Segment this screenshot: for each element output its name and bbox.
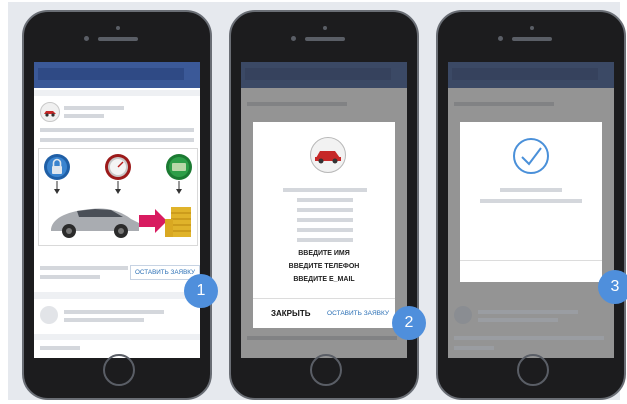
phone-step-1: ОСТАВИТЬ ЗАЯВКУ <box>22 10 212 400</box>
step-badge-2: 2 <box>392 306 426 340</box>
sensor <box>498 36 503 41</box>
screen-feed: ОСТАВИТЬ ЗАЯВКУ <box>34 62 200 358</box>
car-icon <box>51 208 139 238</box>
email-prompt[interactable]: ВВЕДИТЕ E_MAIL <box>253 276 395 283</box>
car-icon <box>315 151 341 164</box>
speaker <box>512 37 552 41</box>
home-button[interactable] <box>517 354 549 386</box>
phone-step-2: ВВЕДИТЕ ИМЯ ВВЕДИТЕ ТЕЛЕФОН ВВЕДИТЕ E_MA… <box>229 10 419 400</box>
coins-icon <box>165 207 191 237</box>
sensor <box>291 36 296 41</box>
home-button[interactable] <box>310 354 342 386</box>
speedometer-icon <box>105 154 131 180</box>
tutorial-steps: ОСТАВИТЬ ЗАЯВКУ 1 ВВЕДИТЕ ИМЯ ВВЕДИТЕ ТЕ… <box>8 2 627 400</box>
checkmark-icon <box>513 138 549 174</box>
money-icon <box>166 154 192 180</box>
car-icon <box>44 111 56 117</box>
home-button[interactable] <box>103 354 135 386</box>
sensor <box>84 36 89 41</box>
success-modal <box>460 122 602 282</box>
phone-step-3 <box>436 10 626 400</box>
step-badge-3: 3 <box>598 270 627 304</box>
modal-avatar <box>310 137 346 173</box>
app-header <box>34 62 200 88</box>
request-modal: ВВЕДИТЕ ИМЯ ВВЕДИТЕ ТЕЛЕФОН ВВЕДИТЕ E_MA… <box>253 122 395 328</box>
camera <box>116 26 120 30</box>
screen-success <box>448 62 614 358</box>
phone-prompt[interactable]: ВВЕДИТЕ ТЕЛЕФОН <box>253 263 395 270</box>
name-prompt[interactable]: ВВЕДИТЕ ИМЯ <box>253 250 395 257</box>
speaker <box>305 37 345 41</box>
post-avatar-2 <box>454 306 472 324</box>
post-avatar[interactable] <box>40 102 60 122</box>
lock-icon <box>44 154 70 180</box>
camera <box>530 26 534 30</box>
screen-form: ВВЕДИТЕ ИМЯ ВВЕДИТЕ ТЕЛЕФОН ВВЕДИТЕ E_MA… <box>241 62 407 358</box>
camera <box>323 26 327 30</box>
close-button[interactable]: ЗАКРЫТЬ <box>271 309 310 318</box>
submit-request-button[interactable]: ОСТАВИТЬ ЗАЯВКУ <box>327 310 389 317</box>
post-avatar-2 <box>40 306 58 324</box>
speaker <box>98 37 138 41</box>
ad-image[interactable] <box>38 148 198 246</box>
step-badge-1: 1 <box>184 274 218 308</box>
